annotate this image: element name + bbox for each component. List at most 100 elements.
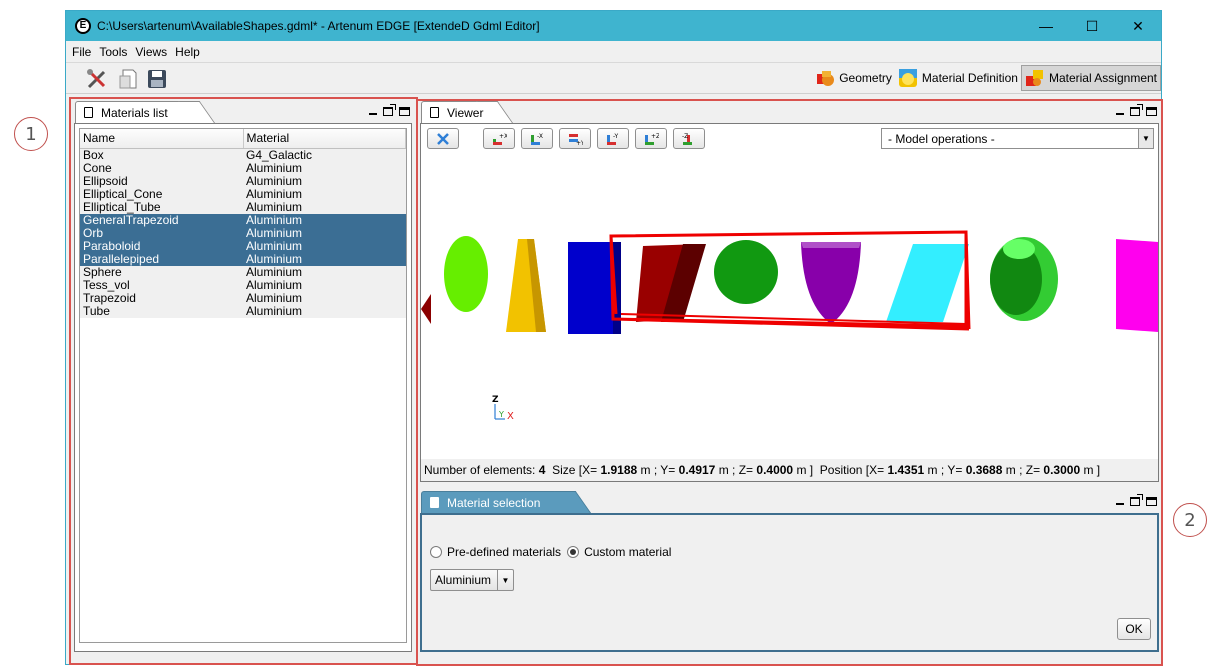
perspective-geometry-label: Geometry <box>839 71 892 85</box>
table-row[interactable]: Trapezoid Aluminium <box>80 291 406 305</box>
tab-materials-list[interactable]: Materials list <box>75 101 195 123</box>
viewer-panel: Viewer +X -X +Y -Y +Z -Z - Model operati… <box>418 99 1161 484</box>
parallelepiped <box>886 244 969 322</box>
material-select[interactable]: Aluminium ▼ <box>430 569 515 591</box>
view-plus-z-button[interactable]: +Z <box>635 128 667 149</box>
row-name: GeneralTrapezoid <box>80 213 243 227</box>
tab-viewer[interactable]: Viewer <box>421 101 493 123</box>
ok-button[interactable]: OK <box>1117 618 1151 640</box>
tab-materials-list-label: Materials list <box>101 105 168 120</box>
close-button[interactable]: ✕ <box>1115 11 1161 41</box>
status-size-end: m ] <box>796 463 814 477</box>
viewer-panel-controls <box>1116 104 1157 116</box>
view-minus-z-button[interactable]: -Z <box>673 128 705 149</box>
custom-material-label[interactable]: Custom material <box>584 545 671 559</box>
float-panel-icon[interactable] <box>383 104 396 116</box>
table-row[interactable]: Elliptical_Tube Aluminium <box>80 200 406 214</box>
row-material: Aluminium <box>243 291 406 305</box>
status-count: 4 <box>538 463 546 477</box>
material-selection-body: Pre-defined materials Custom material Al… <box>420 513 1159 652</box>
status-size-x: 1.9188 <box>600 463 638 477</box>
3d-viewport[interactable]: Z Y X <box>421 154 1158 454</box>
material-selection-tab-row: Material selection <box>418 489 1161 513</box>
maximize-panel-icon[interactable] <box>399 107 410 116</box>
paraboloid <box>801 242 861 324</box>
svg-text:-Y: -Y <box>613 133 618 140</box>
view-minus-y-button[interactable]: -Y <box>597 128 629 149</box>
menu-help[interactable]: Help <box>171 45 204 59</box>
column-header-name[interactable]: Name <box>80 129 244 149</box>
tab-material-selection[interactable]: Material selection <box>421 491 571 513</box>
tab-material-selection-label: Material selection <box>447 495 541 510</box>
svg-text:-X: -X <box>537 133 543 140</box>
perspective-switcher: Geometry Material Definition Material As… <box>812 65 1161 91</box>
maximize-button[interactable]: ☐ <box>1069 11 1115 41</box>
maximize-panel-icon[interactable] <box>1146 497 1157 506</box>
menu-views[interactable]: Views <box>131 45 171 59</box>
row-name: Trapezoid <box>80 291 243 305</box>
table-row[interactable]: Tess_vol Aluminium <box>80 278 406 292</box>
menu-bar: File Tools Views Help <box>66 41 1161 62</box>
tools-icon[interactable] <box>86 68 108 90</box>
table-row-selected[interactable]: Parallelepiped Aluminium <box>80 252 406 266</box>
row-material: Aluminium <box>243 213 406 227</box>
view-minus-x-icon: -X <box>531 133 543 145</box>
save-icon[interactable] <box>146 68 168 90</box>
predefined-materials-radio[interactable] <box>430 546 442 558</box>
minimize-button[interactable]: — <box>1023 11 1069 41</box>
row-material: Aluminium <box>243 161 406 175</box>
minimize-panel-icon[interactable] <box>1116 113 1124 115</box>
materials-panel: Materials list Name Material Box G4_Gala… <box>69 97 418 665</box>
row-name: Ellipsoid <box>80 174 243 188</box>
materials-panel-controls <box>369 104 410 116</box>
view-plus-x-button[interactable]: +X <box>483 128 515 149</box>
row-name: Box <box>80 148 243 162</box>
reset-view-icon <box>437 132 449 145</box>
table-row[interactable]: Ellipsoid Aluminium <box>80 174 406 188</box>
perspective-material-assignment[interactable]: Material Assignment <box>1020 65 1161 91</box>
status-pos-y-label: m ; Y= <box>927 463 963 477</box>
row-name: Cone <box>80 161 243 175</box>
float-panel-icon[interactable] <box>1130 104 1143 116</box>
app-window: E C:\Users\artenum\AvailableShapes.gdml*… <box>65 10 1163 666</box>
menu-tools[interactable]: Tools <box>95 45 131 59</box>
menu-file[interactable]: File <box>68 45 95 59</box>
table-row-selected[interactable]: GeneralTrapezoid Aluminium <box>80 213 406 227</box>
float-panel-icon[interactable] <box>1130 494 1143 506</box>
svg-text:Y: Y <box>498 410 504 419</box>
row-name: Paraboloid <box>80 239 243 253</box>
perspective-material-definition[interactable]: Material Definition <box>895 65 1021 91</box>
row-name: Elliptical_Tube <box>80 200 243 214</box>
partial-shape-left <box>421 294 431 324</box>
material-select-value: Aluminium <box>435 573 492 587</box>
panel-page-icon <box>430 497 439 508</box>
minimize-panel-icon[interactable] <box>1116 503 1124 505</box>
svg-text:-Z: -Z <box>682 133 688 140</box>
model-operations-select[interactable]: - Model operations - ▼ <box>881 128 1154 149</box>
reset-view-button[interactable] <box>427 128 459 149</box>
table-row-selected[interactable]: Paraboloid Aluminium <box>80 239 406 253</box>
tab-viewer-label: Viewer <box>447 105 484 120</box>
view-plus-y-button[interactable]: +Y <box>559 128 591 149</box>
status-size-label: Size [X= <box>552 463 598 477</box>
open-file-icon[interactable] <box>118 68 140 90</box>
table-row[interactable]: Tube Aluminium <box>80 304 406 318</box>
predefined-materials-label[interactable]: Pre-defined materials <box>447 545 561 559</box>
perspective-material-assignment-label: Material Assignment <box>1048 71 1157 85</box>
custom-material-radio[interactable] <box>567 546 580 558</box>
view-minus-x-button[interactable]: -X <box>521 128 553 149</box>
minimize-panel-icon[interactable] <box>369 113 377 115</box>
table-row[interactable]: Cone Aluminium <box>80 161 406 175</box>
row-name: Tess_vol <box>80 278 243 292</box>
materials-table-container[interactable]: Name Material Box G4_Galactic Cone Alumini… <box>79 128 407 643</box>
table-row[interactable]: Elliptical_Cone Aluminium <box>80 187 406 201</box>
column-header-material[interactable]: Material <box>243 129 406 149</box>
table-row[interactable]: Sphere Aluminium <box>80 265 406 279</box>
maximize-panel-icon[interactable] <box>1146 107 1157 116</box>
perspective-geometry[interactable]: Geometry <box>812 65 895 91</box>
table-row[interactable]: Box G4_Galactic <box>80 148 406 162</box>
chevron-down-icon: ▼ <box>497 570 513 590</box>
row-name: Parallelepiped <box>80 252 243 266</box>
table-row-selected[interactable]: Orb Aluminium <box>80 226 406 240</box>
paraboloid-top <box>801 242 861 248</box>
